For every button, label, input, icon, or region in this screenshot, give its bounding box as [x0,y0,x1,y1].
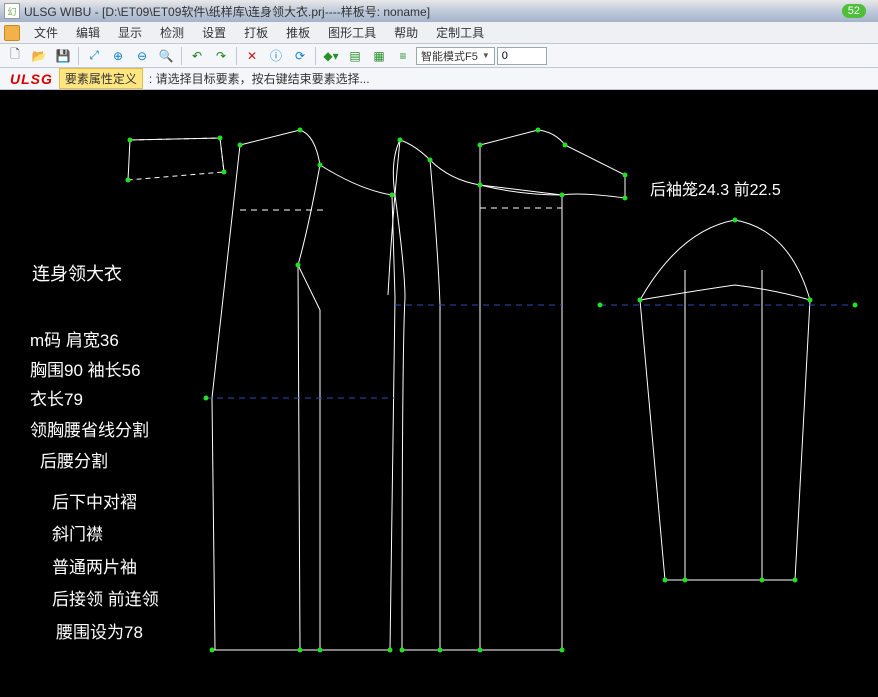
new-file-icon[interactable]: 🗋 [4,46,26,66]
app-logo-icon [4,25,20,41]
menu-inspect[interactable]: 检测 [152,21,192,44]
number-input[interactable]: 0 [497,47,547,65]
save-file-icon[interactable]: 💾 [52,46,74,66]
drawing-canvas[interactable]: 连身领大衣 m码 肩宽36 胸围90 袖长56 衣长79 领胸腰省线分割 后腰分… [0,90,878,697]
back-piece [206,130,395,650]
status-mode: 要素属性定义 [59,68,143,89]
number-value: 0 [502,50,508,62]
window-title: ULSG WIBU - [D:\ET09\ET09软件\纸样库\连身领大衣.pr… [24,3,430,20]
collar-piece [128,138,224,180]
menu-settings[interactable]: 设置 [194,21,234,44]
open-file-icon[interactable]: 📂 [28,46,50,66]
status-bar: ULSG 要素属性定义 : 请选择目标要素，按右键结束要素选择... [0,68,878,90]
front-piece [388,140,562,650]
redo-icon[interactable]: ↷ [210,46,232,66]
zoom-fit-icon[interactable]: ⤢ [83,46,105,66]
status-message: : 请选择目标要素，按右键结束要素选择... [143,70,376,87]
toolbar: 🗋 📂 💾 ⤢ ⊕ ⊖ 🔍 ↶ ↷ ✕ ⓘ ⟳ ◆▾ ▤ ▦ ≡ 智能模式F5 … [0,44,878,68]
mode-combo-label: 智能模式F5 [421,48,478,64]
undo-icon[interactable]: ↶ [186,46,208,66]
menu-help[interactable]: 帮助 [386,21,426,44]
zoom-out-icon[interactable]: ⊖ [131,46,153,66]
view-list-icon[interactable]: ≡ [392,46,414,66]
menu-graphic-tools[interactable]: 图形工具 [320,21,384,44]
toolbar-separator [315,47,316,65]
menu-custom-tools[interactable]: 定制工具 [428,21,492,44]
layers-icon[interactable]: ▤ [344,46,366,66]
menu-view[interactable]: 显示 [110,21,150,44]
toolbar-separator [78,47,79,65]
title-bar: 幻 ULSG WIBU - [D:\ET09\ET09软件\纸样库\连身领大衣.… [0,0,878,22]
pattern-svg [0,90,878,697]
menu-file[interactable]: 文件 [26,21,66,44]
delete-icon[interactable]: ✕ [241,46,263,66]
title-badge: 52 [842,4,866,18]
anchor-points [126,128,858,653]
menu-push[interactable]: 推板 [278,21,318,44]
toolbar-separator [181,47,182,65]
refresh-icon[interactable]: ⟳ [289,46,311,66]
zoom-select-icon[interactable]: 🔍 [155,46,177,66]
menu-layout[interactable]: 打板 [236,21,276,44]
view-grid-icon[interactable]: ▦ [368,46,390,66]
menu-edit[interactable]: 编辑 [68,21,108,44]
tool-dropdown-icon[interactable]: ◆▾ [320,46,342,66]
sleeve-piece [600,220,855,580]
chevron-down-icon: ▼ [482,51,490,60]
menu-bar: 文件 编辑 显示 检测 设置 打板 推板 图形工具 帮助 定制工具 [0,22,878,44]
app-icon: 幻 [4,3,20,19]
status-logo: ULSG [4,71,59,87]
info-icon[interactable]: ⓘ [265,46,287,66]
back-neck-piece [480,130,625,198]
toolbar-separator [236,47,237,65]
zoom-in-icon[interactable]: ⊕ [107,46,129,66]
mode-combo[interactable]: 智能模式F5 ▼ [416,47,495,65]
